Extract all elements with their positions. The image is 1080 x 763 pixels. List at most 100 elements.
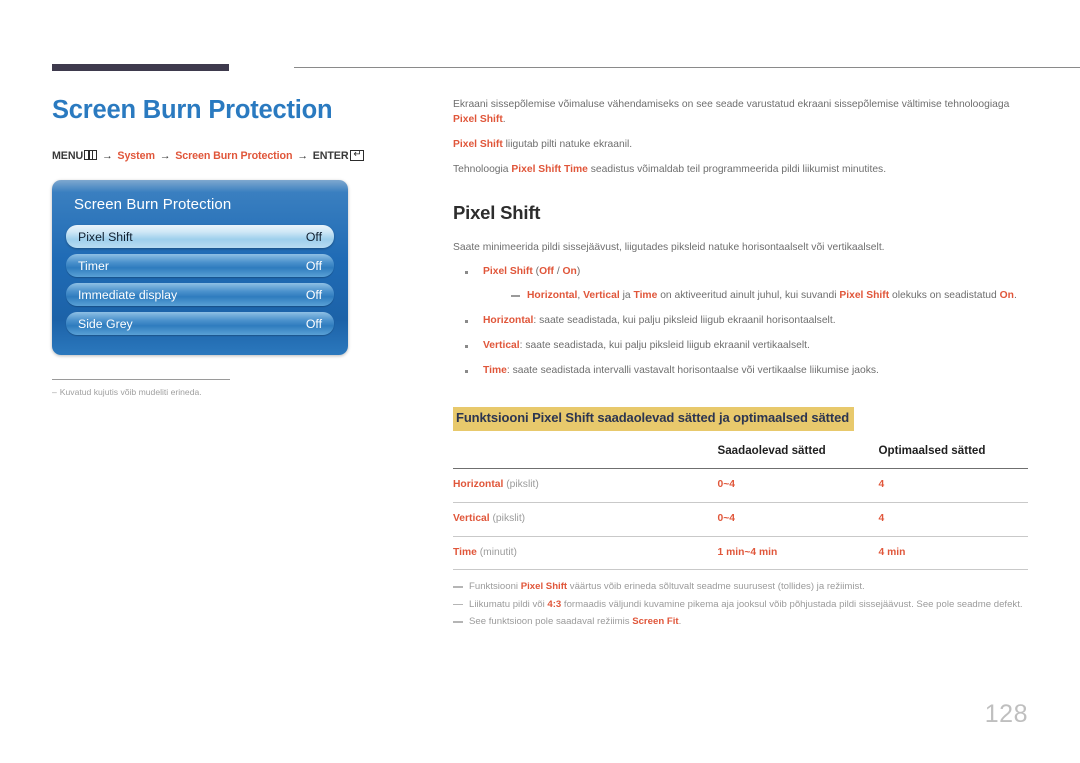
subnote-text-3: on aktiveeritud ainult juhul, kui suvand… — [657, 290, 840, 302]
bullet-time-text: : saate seadistada intervalli vastavalt … — [506, 365, 879, 377]
subnote-accent-horizontal: Horizontal — [527, 290, 578, 302]
intro-p3-accent: Pixel Shift Time — [511, 163, 588, 175]
page-number: 128 — [984, 700, 1028, 728]
bullet-pixel-shift-close: ) — [576, 266, 581, 278]
intro-p3-tail: seadistus võimaldab teil programmeerida … — [587, 163, 887, 175]
section-title-pixel-shift: Pixel Shift — [453, 201, 541, 223]
table-cell-optimal: 4 min — [878, 536, 1028, 571]
bullet-time-accent: Time — [483, 365, 507, 377]
footnotes-list: Funktsiooni Pixel Shift väärtus võib eri… — [453, 580, 1028, 629]
table-cell-name: Horizontal (pikslit) — [453, 468, 718, 503]
intro-paragraph-3: Tehnoloogia Pixel Shift Time seadistus v… — [453, 163, 1028, 178]
enter-return-glyph: ↵ — [353, 149, 362, 161]
bullet-pixel-shift-subnote: Horizontal, Vertical ja Time on aktiveer… — [483, 289, 1028, 304]
table-cell-unit: (pikslit) — [489, 512, 526, 524]
intro-paragraph-2: Pixel Shift liigutab pilti natuke ekraan… — [453, 138, 1028, 153]
osd-row-side-grey[interactable]: Side Grey Off — [66, 312, 334, 336]
subnote-accent-time: Time — [633, 290, 658, 302]
table-header-available: Saadaolevad sätted — [717, 438, 879, 469]
footnote-3: See funktsioon pole saadaval režiimis Sc… — [453, 615, 1028, 629]
table-highlight-title: Funktsiooni Pixel Shift saadaolevad sätt… — [453, 407, 855, 431]
intro-p2-accent: Pixel Shift — [453, 138, 503, 150]
intro-p1-text: Ekraani sissepõlemise võimaluse vähendam… — [453, 99, 1010, 110]
osd-row-value: Off — [305, 258, 322, 273]
bullet-vertical: Vertical: saate seadistada, kui palju pi… — [453, 339, 1028, 354]
bullet-option-off: Off — [539, 266, 554, 278]
osd-row-label: Timer — [78, 258, 109, 273]
intro-p1-tail: . — [502, 113, 506, 125]
bullet-option-on: On — [562, 266, 577, 278]
table-cell-name-accent: Horizontal — [453, 478, 504, 490]
table-header-optimal: Optimaalsed sätted — [878, 438, 1028, 469]
breadcrumb-arrow-3: → — [297, 150, 308, 163]
intro-p3-text: Tehnoloogia — [453, 163, 512, 175]
right-column: Ekraani sissepõlemise võimaluse vähendam… — [453, 98, 1028, 633]
osd-row-label: Pixel Shift — [78, 229, 133, 244]
settings-table: Saadaolevad sätted Optimaalsed sätted Ho… — [453, 438, 1028, 571]
subnote-text-4: olekuks on seadistatud — [889, 290, 1000, 302]
footnote-dash: – — [52, 387, 57, 398]
osd-menu-panel: Screen Burn Protection Pixel Shift Off T… — [52, 180, 348, 356]
breadcrumb-arrow-2: → — [159, 150, 171, 163]
footnote-3-accent: Screen Fit — [632, 616, 679, 628]
footnote-2-text: Liikumatu pildi või — [469, 598, 548, 610]
left-footnote-text: Kuvatud kujutis võib mudeliti erineda. — [59, 387, 202, 398]
breadcrumb-menu-label: MENU — [52, 150, 84, 163]
osd-row-value: Off — [305, 229, 322, 244]
table-cell-available: 1 min~4 min — [717, 536, 879, 571]
left-column-footnote: – Kuvatud kujutis võib mudeliti erineda. — [52, 379, 230, 399]
header-rules — [52, 64, 1080, 74]
table-cell-unit: (pikslit) — [503, 478, 539, 490]
osd-row-pixel-shift[interactable]: Pixel Shift Off — [66, 225, 334, 249]
table-header-blank — [453, 438, 718, 469]
table-cell-optimal: 4 — [878, 502, 1028, 537]
bullet-vertical-accent: Vertical — [483, 340, 520, 352]
intro-p2-text: liigutab pilti natuke ekraanil. — [502, 138, 633, 150]
header-rule-thin — [294, 67, 1080, 68]
osd-row-value: Off — [305, 287, 322, 302]
bullet-horizontal-accent: Horizontal — [483, 315, 534, 327]
breadcrumb-enter-label: ENTER — [312, 150, 349, 163]
bullet-time: Time: saate seadistada intervalli vastav… — [453, 364, 1028, 379]
table-header-row: Saadaolevad sätted Optimaalsed sätted — [453, 438, 1028, 469]
subnote-accent-vertical: Vertical — [583, 290, 620, 302]
table-cell-name-accent: Time — [453, 546, 477, 558]
bullet-option-sep: / — [553, 266, 563, 278]
bullet-pixel-shift-accent: Pixel Shift — [483, 266, 533, 278]
left-column: Screen Burn Protection MENU → System → S… — [52, 96, 422, 399]
footnote-1-tail: väärtus võib erineda sõltuvalt seadme su… — [567, 581, 865, 593]
page-title: Screen Burn Protection — [52, 96, 333, 124]
table-cell-name: Vertical (pikslit) — [453, 502, 718, 537]
footnote-1-text: Funktsiooni — [469, 581, 521, 593]
breadcrumb-item-system[interactable]: System — [117, 150, 155, 162]
breadcrumb: MENU → System → Screen Burn Protection →… — [52, 150, 422, 162]
table-cell-unit: (minutit) — [476, 546, 517, 558]
subnote-accent-on: On — [999, 290, 1014, 302]
osd-menu-title: Screen Burn Protection — [74, 196, 232, 214]
osd-row-immediate-display[interactable]: Immediate display Off — [66, 283, 334, 307]
osd-row-label: Immediate display — [78, 287, 178, 302]
osd-row-label: Side Grey — [78, 316, 133, 331]
breadcrumb-item-screen-burn-protection[interactable]: Screen Burn Protection — [175, 150, 292, 162]
osd-row-timer[interactable]: Timer Off — [66, 254, 334, 278]
footnote-3-tail: . — [678, 616, 682, 628]
breadcrumb-arrow-1: → — [101, 150, 113, 163]
table-row: Time (minutit) 1 min~4 min 4 min — [453, 536, 1028, 571]
table-row: Horizontal (pikslit) 0~4 4 — [453, 468, 1028, 503]
feature-bullet-list: Pixel Shift (Off / On) Horizontal, Verti… — [453, 265, 1028, 379]
table-cell-name-accent: Vertical — [453, 512, 490, 524]
enter-return-icon: ↵ — [350, 149, 365, 162]
table-cell-available: 0~4 — [717, 468, 879, 503]
intro-p1-accent: Pixel Shift — [453, 113, 503, 125]
section-lead-text: Saate minimeerida pildi sissejäävust, li… — [453, 241, 885, 253]
bullet-horizontal-text: : saate seadistada, kui palju piksleid l… — [533, 315, 836, 327]
bullet-pixel-shift: Pixel Shift (Off / On) Horizontal, Verti… — [453, 265, 1028, 304]
table-row: Vertical (pikslit) 0~4 4 — [453, 502, 1028, 537]
footnote-2-accent: 4:3 — [547, 598, 562, 610]
intro-paragraph-1: Ekraani sissepõlemise võimaluse vähendam… — [453, 98, 1028, 128]
subnote-text-5: . — [1013, 290, 1017, 302]
footnote-2: Liikumatu pildi või 4:3 formaadis väljun… — [453, 598, 1028, 612]
bullet-horizontal: Horizontal: saate seadistada, kui palju … — [453, 314, 1028, 329]
menu-bars-icon — [84, 150, 98, 161]
footnote-1-accent: Pixel Shift — [520, 581, 568, 593]
